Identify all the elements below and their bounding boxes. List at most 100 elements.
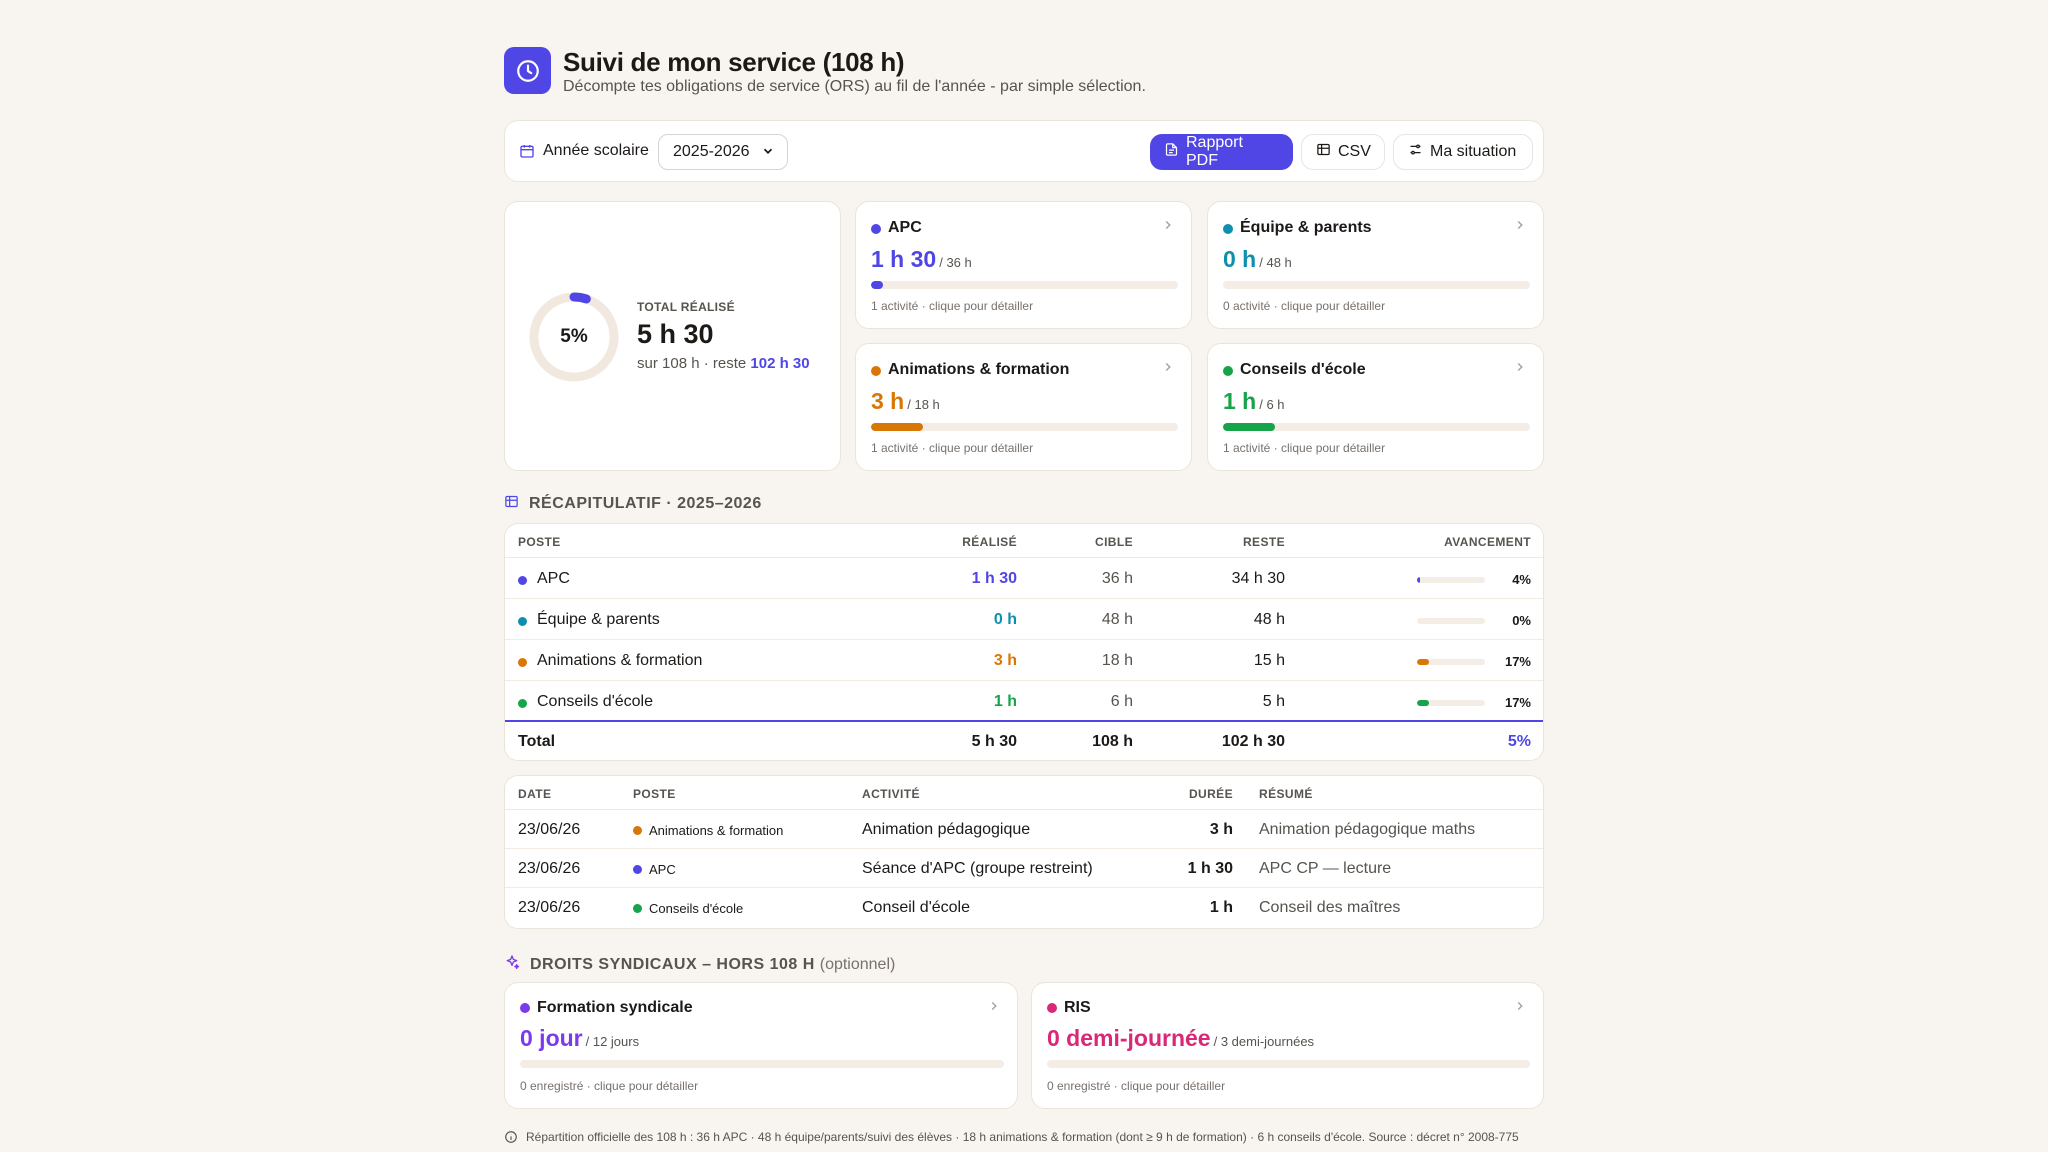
total-row-cible: 108 h [1092,733,1133,750]
table-icon [1316,142,1331,162]
year-select[interactable]: 2025-2026 [658,134,788,170]
row-dot [518,658,527,667]
pdf-report-button[interactable]: Rapport PDF [1150,134,1293,170]
activity-poste-label: APC [649,862,676,877]
calendar-icon [519,143,535,164]
row-percent: 4% [1512,572,1531,587]
row-progress-bar [1417,618,1485,624]
category-card-conseils-ecole[interactable]: Conseils d'école 1 h/ 6 h 1 activité · c… [1207,343,1544,471]
union-done: 0 demi-journée [1047,1025,1211,1051]
info-icon [504,1130,518,1147]
union-value: 0 demi-journée/ 3 demi-journées [1047,1025,1314,1052]
my-situation-label: Ma situation [1430,143,1517,160]
union-progress-bar [1047,1060,1530,1068]
my-situation-button[interactable]: Ma situation [1393,134,1533,170]
activity-poste-label: Animations & formation [649,823,784,838]
union-card-ris[interactable]: RIS 0 demi-journée/ 3 demi-journées 0 en… [1031,982,1544,1109]
category-progress-fill [871,423,924,431]
chevron-right-icon [1513,218,1527,237]
row-dot [518,617,527,626]
activity-row[interactable]: 23/06/26 Animations & formation Animatio… [505,810,1543,849]
year-label: Année scolaire [543,142,649,159]
category-card-equipe-parents[interactable]: Équipe & parents 0 h/ 48 h 0 activité · … [1207,201,1544,329]
table-row[interactable]: Équipe & parents 0 h 48 h 48 h 0% [505,599,1543,640]
header-date: DATE [518,787,552,801]
table-row[interactable]: APC 1 h 30 36 h 34 h 30 4% [505,558,1543,599]
category-done: 1 h 30 [871,246,937,272]
row-progress-bar [1417,659,1485,665]
total-card: 5% TOTAL RÉALISÉ 5 h 30 sur 108 h · rest… [504,201,841,471]
progress-ring: 5% [527,290,621,384]
category-target: / 48 h [1259,255,1292,270]
summary-table: POSTE RÉALISÉ CIBLE RESTE AVANCEMENT APC… [504,523,1544,761]
csv-export-label: CSV [1338,143,1371,160]
row-realise: 1 h 30 [971,570,1017,587]
table-row[interactable]: Animations & formation 3 h 18 h 15 h 17% [505,640,1543,681]
union-card-formation-syndicale[interactable]: Formation syndicale 0 jour/ 12 jours 0 e… [504,982,1018,1109]
row-progress-fill [1417,659,1429,665]
union-done: 0 jour [520,1025,583,1051]
category-dot [1223,366,1233,376]
union-name: RIS [1064,999,1091,1016]
category-progress-bar [871,423,1178,431]
table-header: POSTE RÉALISÉ CIBLE RESTE AVANCEMENT [505,524,1543,558]
activity-row[interactable]: 23/06/26 APC Séance d'APC (groupe restre… [505,849,1543,888]
header-duree: DURÉE [1188,787,1233,801]
union-hint: 0 enregistré · clique pour détailler [1047,1079,1226,1093]
toolbar: Année scolaire 2025-2026 Rapport PDF CSV… [504,120,1544,182]
category-dot [871,366,881,376]
activity-dot [633,826,642,835]
activity-row[interactable]: 23/06/26 Conseils d'école Conseil d'écol… [505,888,1543,927]
table-row[interactable]: Conseils d'école 1 h 6 h 5 h 17% [505,681,1543,722]
csv-export-button[interactable]: CSV [1301,134,1385,170]
file-icon [1164,142,1179,162]
header-resume: RÉSUMÉ [1259,787,1313,801]
total-percent: 5% [560,326,588,347]
row-poste: Animations & formation [537,652,703,669]
category-name: APC [888,219,922,236]
activity-poste-label: Conseils d'école [649,901,744,916]
summary-title: RÉCAPITULATIF · 2025–2026 [529,495,762,512]
category-done: 3 h [871,388,905,414]
table-total-row: Total 5 h 30 108 h 102 h 30 5% [505,720,1543,760]
chevron-down-icon [761,144,775,163]
header-poste: POSTE [633,787,676,801]
row-poste: APC [537,570,570,587]
total-row-percent: 5% [1507,733,1531,750]
row-reste: 34 h 30 [1231,570,1285,587]
activities-header: DATE POSTE ACTIVITÉ DURÉE RÉSUMÉ [505,776,1543,810]
activity-dot [633,865,642,874]
union-dot [1047,1003,1057,1013]
total-sub-prefix: sur 108 h · reste [637,355,747,372]
page-subtitle: Décompte tes obligations de service (ORS… [563,78,1146,95]
chevron-right-icon [1513,999,1527,1018]
pdf-report-label: Rapport PDF [1186,134,1243,169]
row-cible: 6 h [1110,693,1133,710]
activity-date: 23/06/26 [518,899,581,916]
union-target: / 3 demi-journées [1213,1034,1315,1049]
category-hint: 1 activité · clique pour détailler [1223,441,1386,455]
header-avancement: AVANCEMENT [1444,535,1531,549]
year-select-value: 2025-2026 [673,143,750,160]
footnote-text: Répartition officielle des 108 h : 36 h … [526,1130,1519,1144]
activity-date: 23/06/26 [518,860,581,877]
category-hint: 1 activité · clique pour détailler [871,299,1034,313]
total-sub: sur 108 h · reste 102 h 30 [637,355,810,372]
union-dot [520,1003,530,1013]
category-card-animations-formation[interactable]: Animations & formation 3 h/ 18 h 1 activ… [855,343,1192,471]
union-title: DROITS SYNDICAUX – HORS 108 H [530,955,815,973]
total-row-label: Total [518,733,556,750]
sliders-icon [1408,142,1423,162]
category-card-apc[interactable]: APC 1 h 30/ 36 h 1 activité · clique pou… [855,201,1192,329]
sparkles-icon [504,954,520,975]
total-value: 5 h 30 [637,319,714,349]
category-value: 1 h 30/ 36 h [871,246,972,273]
total-row-reste: 102 h 30 [1221,733,1285,750]
category-name: Conseils d'école [1240,361,1366,378]
row-progress-bar [1417,577,1485,583]
union-hint: 0 enregistré · clique pour détailler [520,1079,699,1093]
row-poste: Conseils d'école [537,693,654,710]
chevron-right-icon [1161,218,1175,237]
category-target: / 6 h [1259,397,1285,412]
header-poste: POSTE [518,535,561,549]
